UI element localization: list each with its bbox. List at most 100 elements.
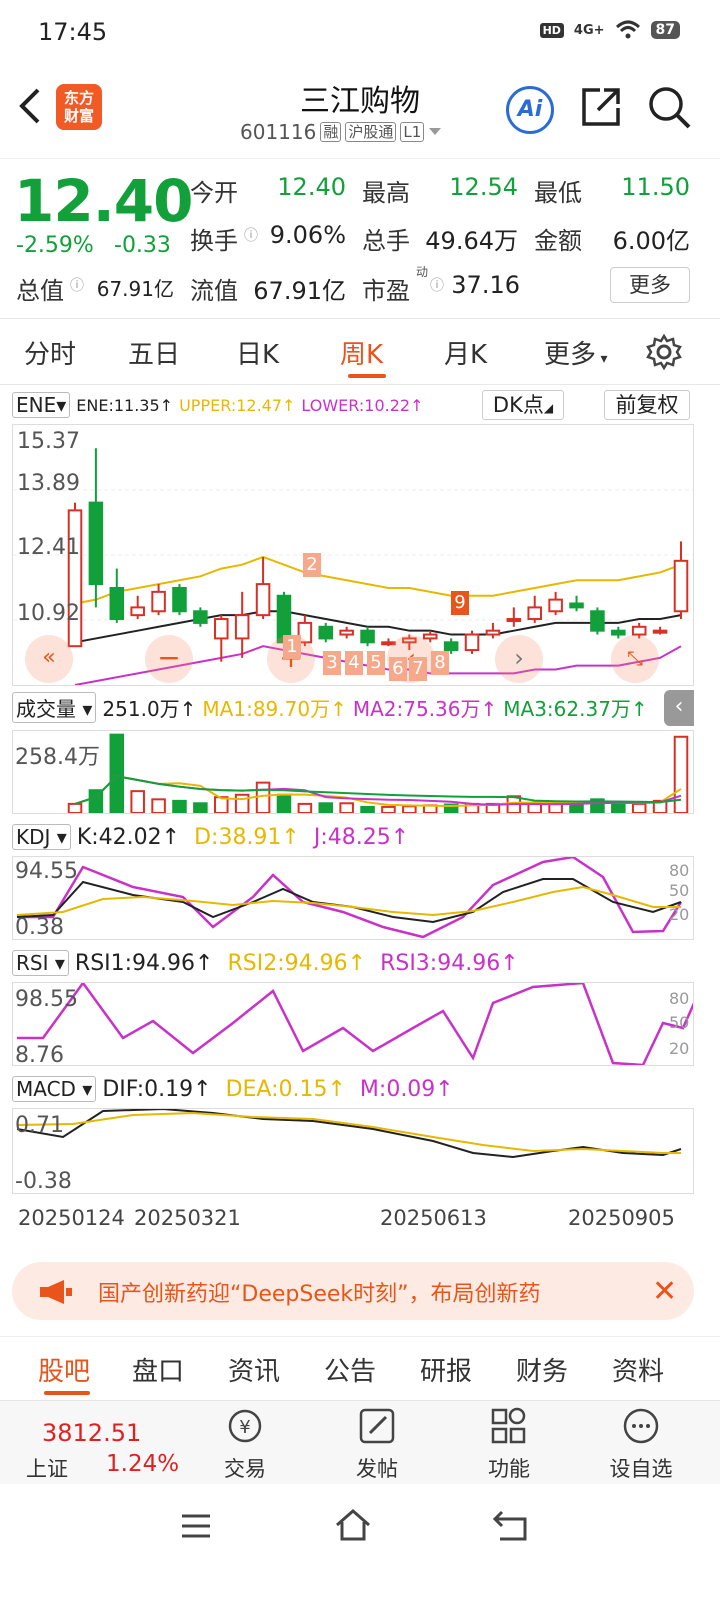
kdj-axis-high: 94.55: [15, 859, 78, 884]
info-icon[interactable]: ⓘ: [244, 225, 258, 245]
ene-upper-line: [74, 555, 682, 605]
ai-button[interactable]: Ai: [506, 86, 554, 134]
rsi-tick-80: 80: [669, 989, 690, 1008]
tab-five-day[interactable]: 五日: [128, 334, 180, 371]
candle-body: [130, 606, 145, 617]
volume-bar: [297, 802, 313, 814]
high-value: 12.54: [449, 173, 518, 201]
dk-point-button[interactable]: DK点◢: [482, 390, 564, 420]
rsi-axis-low: 8.76: [15, 1043, 64, 1068]
candle-body: [611, 629, 626, 636]
rsi-chart: [17, 980, 705, 1067]
low-label: 最低: [534, 179, 582, 207]
dk-marker: 7: [409, 657, 427, 681]
caret-icon: ▾: [596, 351, 608, 367]
rsi-selector[interactable]: RSI ▾: [12, 950, 69, 976]
tab-weekly-k[interactable]: 周K: [340, 334, 383, 371]
functions-button[interactable]: 功能: [464, 1405, 554, 1483]
tab-profile[interactable]: 资料: [612, 1351, 664, 1388]
volume-bar: [318, 802, 334, 814]
screen: { "status": {"time": "17:45", "hd": "HD"…: [0, 0, 720, 1600]
info-icon[interactable]: ⓘ: [70, 275, 84, 295]
kdj-panel[interactable]: 94.55 0.38 80 50 20: [12, 855, 694, 940]
pe-label: 市盈: [362, 277, 410, 305]
ene-selector[interactable]: ENE▾: [12, 392, 71, 418]
rsi1-value: RSI1:94.96↑: [74, 950, 214, 976]
zoom-out-button[interactable]: −: [145, 635, 193, 683]
tab-announcements[interactable]: 公告: [324, 1351, 376, 1388]
post-button[interactable]: 发帖: [332, 1405, 422, 1483]
tab-orderbook[interactable]: 盘口: [132, 1351, 184, 1388]
volume-bar: [151, 798, 166, 815]
candle-body: [151, 590, 166, 613]
dk-marker: 6: [389, 657, 407, 681]
tab-more[interactable]: 更多 ▾: [544, 334, 608, 371]
scroll-right-button[interactable]: ›: [495, 635, 543, 683]
menu-icon[interactable]: [180, 1512, 212, 1540]
vol-ma1: MA1:89.70万↑: [202, 696, 347, 721]
macd-axis-low: -0.38: [15, 1169, 72, 1194]
news-banner[interactable]: 国产创新药迎“DeepSeek时刻”，布局创新药 ✕: [12, 1262, 694, 1320]
macd-dea: DEA:0.15↑: [225, 1076, 346, 1102]
rsi-line: [17, 980, 705, 1067]
chevron-down-icon[interactable]: [428, 127, 442, 137]
adjust-button[interactable]: 前复权: [604, 390, 690, 420]
kdj-tick-50: 50: [669, 881, 690, 900]
kdj-selector[interactable]: KDJ ▾: [12, 824, 71, 850]
back-nav-icon[interactable]: [492, 1508, 528, 1542]
candle-body: [652, 629, 668, 634]
kline-chart[interactable]: [13, 425, 693, 686]
grid-icon: [491, 1407, 526, 1444]
scroll-left-fast-button[interactable]: «: [25, 635, 73, 683]
kdj-j-line: [17, 855, 683, 939]
trade-button[interactable]: ¥ 交易: [200, 1405, 290, 1483]
tab-financials[interactable]: 财务: [516, 1351, 568, 1388]
add-watchlist-button[interactable]: 设自选: [596, 1405, 686, 1483]
more-button[interactable]: 更多: [610, 267, 690, 303]
turnover-label: 换手: [190, 227, 238, 255]
date-label: 20250124: [18, 1206, 125, 1230]
search-icon[interactable]: [646, 84, 692, 130]
yen-circle-icon: ¥: [228, 1409, 262, 1443]
macd-selector[interactable]: MACD ▾: [12, 1076, 97, 1102]
home-icon[interactable]: [334, 1508, 372, 1542]
volume-panel[interactable]: 258.4万: [12, 730, 694, 815]
stock-code: 601116: [240, 120, 317, 144]
close-icon[interactable]: ✕: [652, 1274, 677, 1309]
tab-monthly-k[interactable]: 月K: [444, 334, 487, 371]
open-label: 今开: [190, 179, 238, 207]
candle-body: [673, 559, 689, 613]
volume-bar: [172, 799, 187, 815]
dk-marker: 1: [283, 635, 301, 659]
gear-icon[interactable]: [646, 334, 682, 370]
mktcap-value: 67.91亿: [96, 277, 174, 301]
change-amount: -0.33: [114, 233, 171, 258]
fullscreen-icon[interactable]: ⤡: [611, 635, 659, 683]
info-icon[interactable]: ⓘ: [430, 275, 444, 295]
kdj-k: K:42.02↑: [76, 824, 181, 850]
volume-indicator-row: 成交量 ▾ 251.0万↑ MA1:89.70万↑ MA2:75.36万↑ MA…: [12, 691, 662, 723]
period-tabs: 分时 五日 日K 周K 月K 更多 ▾: [0, 320, 720, 384]
tab-forum[interactable]: 股吧: [38, 1351, 90, 1388]
dk-marker: 2: [303, 553, 321, 577]
macd-panel[interactable]: 0.71 -0.38: [12, 1107, 694, 1194]
tab-intraday[interactable]: 分时: [24, 334, 76, 371]
candle-body: [318, 625, 334, 640]
share-icon[interactable]: [580, 86, 622, 128]
tab-research[interactable]: 研报: [420, 1351, 472, 1388]
kdj-tick-20: 20: [669, 905, 690, 924]
margin-tag: 融: [320, 122, 342, 142]
tab-daily-k[interactable]: 日K: [236, 334, 279, 371]
collapse-panel-button[interactable]: ‹: [664, 690, 694, 726]
index-value: 3812.51: [42, 1419, 142, 1447]
bottom-toolbar: 3812.51 上证 1.24% ¥ 交易 发帖 功能 设自选: [0, 1400, 720, 1484]
kdj-chart: [16, 855, 683, 939]
kline-panel[interactable]: 15.37 13.89 12.41 10.92 − + « ‹ › ⤡ 1234…: [12, 424, 694, 686]
high-label: 最高: [362, 179, 410, 207]
clock: 17:45: [38, 18, 108, 46]
divider: [0, 318, 720, 319]
volume-selector[interactable]: 成交量 ▾: [12, 691, 97, 723]
rsi-panel[interactable]: 98.55 8.76 80 50 20: [12, 980, 705, 1068]
candle-body: [548, 598, 563, 613]
tab-news[interactable]: 资讯: [228, 1351, 280, 1388]
